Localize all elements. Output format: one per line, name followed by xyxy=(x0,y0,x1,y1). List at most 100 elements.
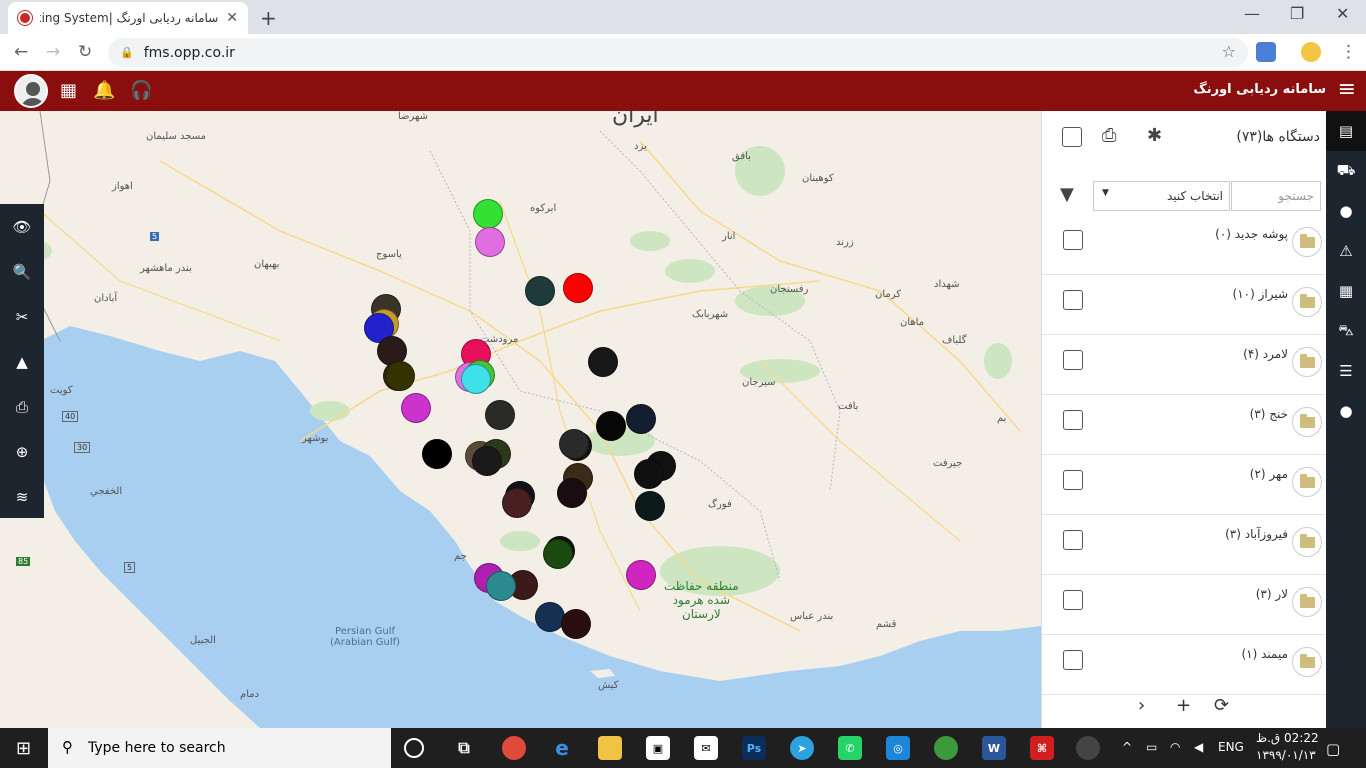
vehicle-marker[interactable] xyxy=(626,560,656,590)
vehicle-marker[interactable] xyxy=(559,429,589,459)
active-app-icon[interactable] xyxy=(1076,736,1100,760)
chrome-icon[interactable] xyxy=(502,736,526,760)
language-indicator[interactable]: ENG xyxy=(1218,740,1244,754)
filter-icon[interactable]: ▼ xyxy=(1060,184,1074,205)
folder-icon[interactable] xyxy=(1292,587,1322,617)
zoom-in-icon[interactable]: ⊕ xyxy=(0,429,44,474)
device-group-row[interactable]: خنج (۳) xyxy=(1042,395,1326,455)
restore-button[interactable]: ❐ xyxy=(1290,4,1304,23)
whatsapp-icon[interactable]: ✆ xyxy=(838,736,862,760)
bell-icon[interactable]: 🔔 xyxy=(93,80,115,101)
vehicle-marker[interactable] xyxy=(596,411,626,441)
group-checkbox[interactable] xyxy=(1063,530,1083,550)
device-group-row[interactable]: لامرد (۴) xyxy=(1042,335,1326,395)
vehicle-marker[interactable] xyxy=(626,404,656,434)
layers-icon[interactable]: ≋ xyxy=(0,474,44,519)
eye-icon[interactable]: 👁 xyxy=(0,204,44,249)
car-icon[interactable]: ⛍ xyxy=(1326,311,1366,351)
clock-date[interactable]: ۱۳۹۹/۰۱/۱۳ xyxy=(1256,748,1316,762)
select-all-checkbox[interactable] xyxy=(1062,127,1082,147)
mail-icon[interactable]: ✉ xyxy=(694,736,718,760)
task-view-icon[interactable]: ⧉ xyxy=(452,736,476,760)
vehicle-marker[interactable] xyxy=(563,273,593,303)
browser-menu-icon[interactable]: ⋮ xyxy=(1340,42,1357,62)
list-icon[interactable]: ☰ xyxy=(1326,351,1366,391)
photoshop-icon[interactable]: Ps xyxy=(742,736,766,760)
browser-tab[interactable]: سامانه ردیابی اورنگ |Tracking System ✕ xyxy=(8,2,248,34)
telegram-icon[interactable]: ➤ xyxy=(790,736,814,760)
device-group-row[interactable]: لار (۳) xyxy=(1042,575,1326,635)
print-icon[interactable]: ⎙ xyxy=(0,384,44,429)
folder-icon[interactable] xyxy=(1292,227,1322,257)
bug-icon[interactable]: ✱ xyxy=(1147,125,1162,146)
map-canvas[interactable]: ایران یزد اهواز آبادان کویت بوشهر الخفجي… xyxy=(0,111,1041,728)
device-group-row[interactable]: پوشه جدید (۰) xyxy=(1042,215,1326,275)
vehicle-marker[interactable] xyxy=(422,439,452,469)
vehicle-marker[interactable] xyxy=(588,347,618,377)
vehicle-marker[interactable] xyxy=(634,459,664,489)
location-pin-icon[interactable]: ● xyxy=(1326,191,1366,231)
tray-chevron-icon[interactable]: ^ xyxy=(1122,740,1132,754)
notification-icon[interactable]: ▢ xyxy=(1326,740,1340,758)
group-checkbox[interactable] xyxy=(1063,350,1083,370)
headset-icon[interactable]: 🎧 xyxy=(130,80,152,101)
close-window-button[interactable]: ✕ xyxy=(1336,4,1349,23)
cortana-icon[interactable] xyxy=(404,738,424,758)
vehicle-marker[interactable] xyxy=(502,488,532,518)
map-icon[interactable]: ▤ xyxy=(1326,111,1366,151)
back-icon[interactable]: ← xyxy=(14,42,28,62)
vehicle-marker[interactable] xyxy=(525,276,555,306)
vehicle-marker[interactable] xyxy=(461,364,491,394)
user-icon[interactable]: ● xyxy=(1326,391,1366,431)
vehicle-marker[interactable] xyxy=(485,400,515,430)
new-tab-button[interactable]: + xyxy=(260,6,277,30)
vehicle-marker[interactable] xyxy=(543,539,573,569)
word-icon[interactable]: W xyxy=(982,736,1006,760)
shapes-icon[interactable]: ▲ xyxy=(0,339,44,384)
vehicle-marker[interactable] xyxy=(635,491,665,521)
zoom-search-icon[interactable]: 🔍 xyxy=(0,249,44,294)
bookmark-star-icon[interactable]: ☆ xyxy=(1222,42,1236,61)
device-group-row[interactable]: فیروزآباد (۳) xyxy=(1042,515,1326,575)
folder-icon[interactable] xyxy=(1292,527,1322,557)
folder-icon[interactable] xyxy=(1292,407,1322,437)
vehicle-marker[interactable] xyxy=(473,199,503,229)
tab-close-icon[interactable]: ✕ xyxy=(226,10,238,26)
apps-grid-icon[interactable]: ▦ xyxy=(60,80,77,101)
volume-icon[interactable]: ◀ xyxy=(1194,740,1203,754)
device-group-row[interactable]: میمند (۱) xyxy=(1042,635,1326,695)
vehicle-marker[interactable] xyxy=(401,393,431,423)
device-group-row[interactable]: شیراز (۱۰) xyxy=(1042,275,1326,335)
group-select[interactable]: انتخاب کنید ▼ xyxy=(1093,181,1230,211)
earth-icon[interactable] xyxy=(934,736,958,760)
print-icon[interactable]: ⎙ xyxy=(1102,125,1116,146)
device-group-row[interactable]: مهر (۲) xyxy=(1042,455,1326,515)
group-checkbox[interactable] xyxy=(1063,230,1083,250)
emoji-extension-icon[interactable] xyxy=(1301,42,1321,62)
translate-extension-icon[interactable] xyxy=(1256,42,1276,62)
taskbar-search[interactable]: ⚲ Type here to search xyxy=(48,728,391,768)
search-input[interactable]: جستجو xyxy=(1231,181,1321,211)
clock-time[interactable]: 02:22 ق.ظ xyxy=(1256,731,1319,745)
vehicle-marker[interactable] xyxy=(486,571,516,601)
edge-icon[interactable]: e xyxy=(550,736,574,760)
vehicle-marker[interactable] xyxy=(385,361,415,391)
folder-icon[interactable] xyxy=(1292,287,1322,317)
group-checkbox[interactable] xyxy=(1063,650,1083,670)
tools-icon[interactable]: ✂ xyxy=(0,294,44,339)
windows-start-icon[interactable]: ⊞ xyxy=(16,738,31,759)
user-avatar[interactable] xyxy=(14,74,48,108)
wifi-icon[interactable]: ◠ xyxy=(1170,740,1180,754)
forward-icon[interactable]: → xyxy=(46,42,60,62)
app-icon[interactable]: ◎ xyxy=(886,736,910,760)
group-checkbox[interactable] xyxy=(1063,470,1083,490)
calendar-icon[interactable]: ▦ xyxy=(1326,271,1366,311)
folder-icon[interactable] xyxy=(1292,347,1322,377)
folder-icon[interactable] xyxy=(1292,647,1322,677)
file-explorer-icon[interactable] xyxy=(598,736,622,760)
warning-icon[interactable]: ⚠ xyxy=(1326,231,1366,271)
hamburger-icon[interactable]: ≡ xyxy=(1338,77,1356,102)
add-icon[interactable]: + xyxy=(1176,695,1191,716)
folder-icon[interactable] xyxy=(1292,467,1322,497)
vehicle-marker[interactable] xyxy=(472,446,502,476)
